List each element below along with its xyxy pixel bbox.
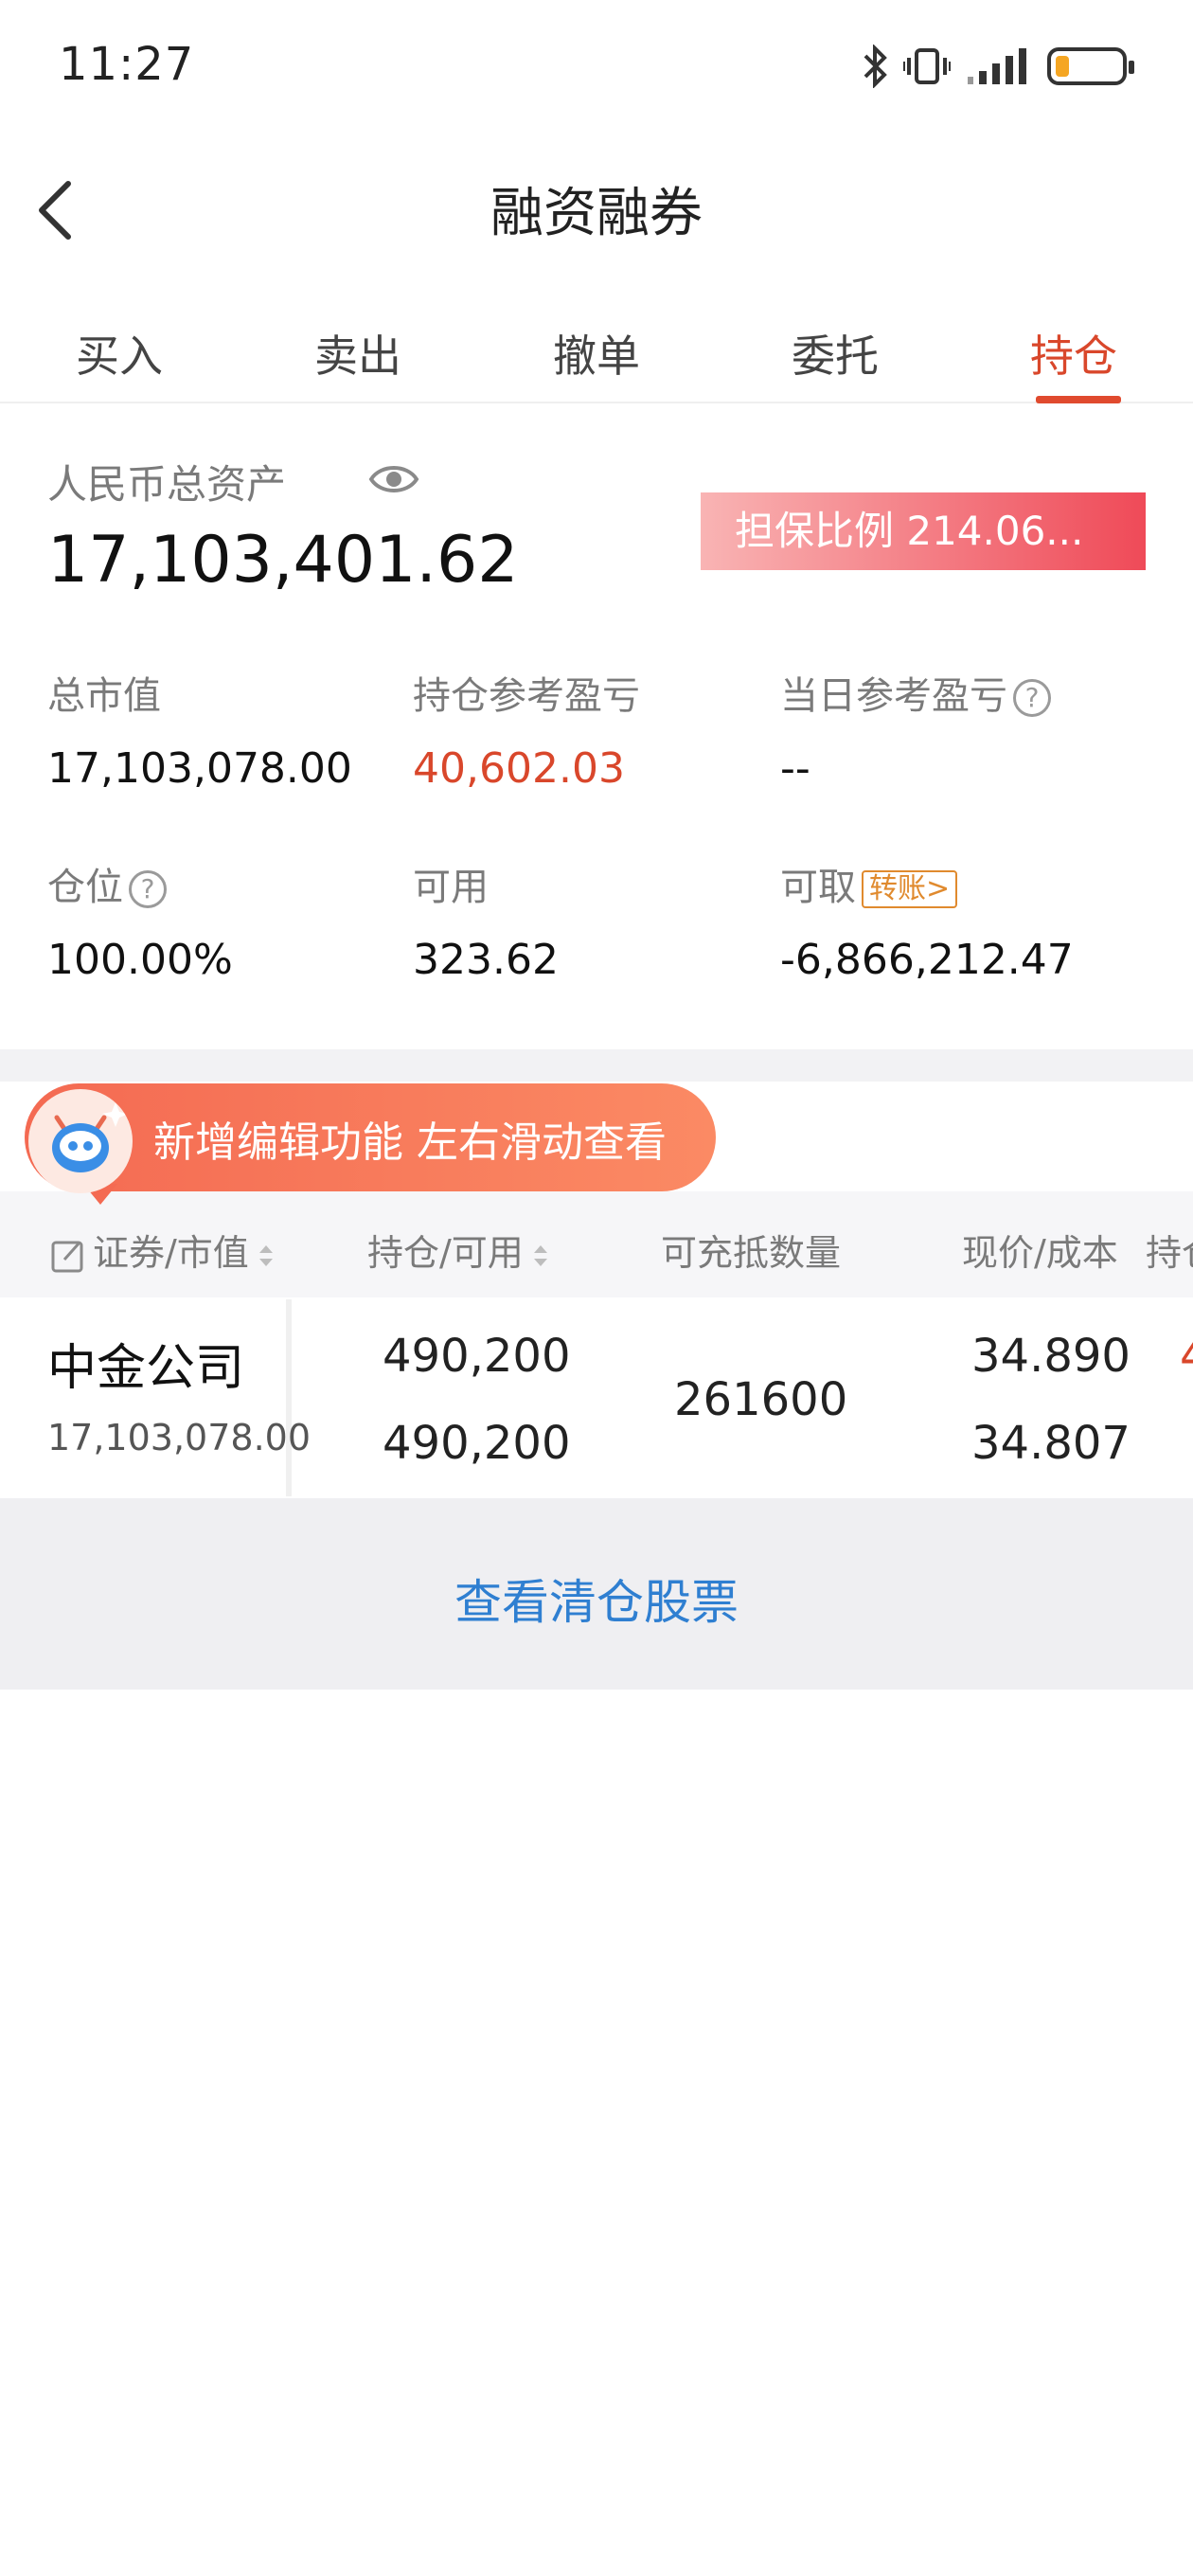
section-divider	[0, 1049, 1193, 1082]
battery-icon	[1047, 47, 1134, 85]
collateral-qty: 261600	[674, 1373, 848, 1426]
status-time: 11:27	[59, 38, 195, 91]
daily-pl-label: 当日参考盈亏?	[780, 665, 1051, 720]
sort-icon[interactable]	[531, 1242, 550, 1270]
withdrawable-value: -6,866,212.47	[780, 936, 1074, 984]
view-closed-positions-link[interactable]: 查看清仓股票	[0, 1565, 1193, 1633]
tab-cancel[interactable]: 撤单	[477, 313, 716, 402]
market-value: 17,103,078.00	[47, 744, 352, 793]
page-title: 融资融券	[490, 183, 703, 244]
guarantee-ratio-badge[interactable]: 担保比例 214.06...	[701, 492, 1146, 570]
daily-pl-label-text: 当日参考盈亏	[780, 674, 1007, 718]
vibrate-icon	[903, 48, 951, 84]
position-qty: 490,200	[383, 1330, 571, 1383]
column-position-label: 持仓/可用	[367, 1232, 524, 1274]
tab-buy[interactable]: 买入	[0, 313, 239, 402]
signal-icon	[968, 48, 1026, 84]
position-ratio-label-text: 仓位	[47, 866, 123, 909]
position-ratio-value: 100.00%	[47, 936, 233, 984]
available-label: 可用	[413, 866, 489, 909]
security-name: 中金公司	[47, 1340, 245, 1397]
current-price: 34.890	[971, 1330, 1131, 1383]
available-qty: 490,200	[383, 1417, 571, 1470]
robot-mascot-icon	[28, 1089, 133, 1193]
tab-bar: 买入 卖出 撤单 委托 持仓	[0, 313, 1193, 403]
available-value: 323.62	[413, 936, 559, 984]
tab-positions[interactable]: 持仓	[954, 313, 1193, 403]
column-collateral-qty: 可充抵数量	[661, 1232, 842, 1274]
help-icon[interactable]: ?	[1013, 679, 1051, 717]
frozen-column-shadow	[286, 1299, 292, 1496]
tab-orders[interactable]: 委托	[716, 313, 954, 402]
bluetooth-icon	[864, 45, 887, 88]
column-position-available[interactable]: 持仓/可用	[367, 1224, 550, 1276]
status-icons	[862, 42, 1134, 91]
tab-sell[interactable]: 卖出	[239, 313, 477, 402]
market-value-label: 总市值	[47, 674, 161, 718]
help-icon[interactable]: ?	[129, 870, 167, 908]
column-security-label: 证券/市值	[93, 1232, 249, 1274]
cost-price: 34.807	[971, 1417, 1131, 1470]
total-assets-value: 17,103,401.62	[47, 523, 519, 598]
column-security-value[interactable]: 证券/市值	[49, 1224, 276, 1276]
position-pl-value: 40,602.03	[413, 744, 625, 793]
promo-text: 新增编辑功能 左右滑动查看	[153, 1118, 667, 1167]
sort-icon[interactable]	[257, 1242, 276, 1270]
total-assets-label: 人民币总资产	[47, 461, 287, 508]
withdrawable-label-text: 可取	[780, 866, 856, 909]
withdrawable-label: 可取 转账>	[780, 856, 958, 911]
column-price-cost: 现价/成本	[962, 1232, 1118, 1274]
transfer-button[interactable]: 转账>	[862, 870, 958, 908]
edit-icon[interactable]	[49, 1237, 87, 1275]
position-pl-label: 持仓参考盈亏	[413, 674, 640, 718]
security-market-value: 17,103,078.00	[47, 1417, 312, 1458]
position-pl-partial: 4	[1180, 1330, 1193, 1383]
eye-icon[interactable]	[367, 453, 420, 506]
column-position-partial: 持仓	[1146, 1232, 1193, 1274]
daily-pl-value: --	[780, 744, 810, 793]
battery-level	[1056, 56, 1069, 77]
position-ratio-label: 仓位?	[47, 856, 167, 911]
